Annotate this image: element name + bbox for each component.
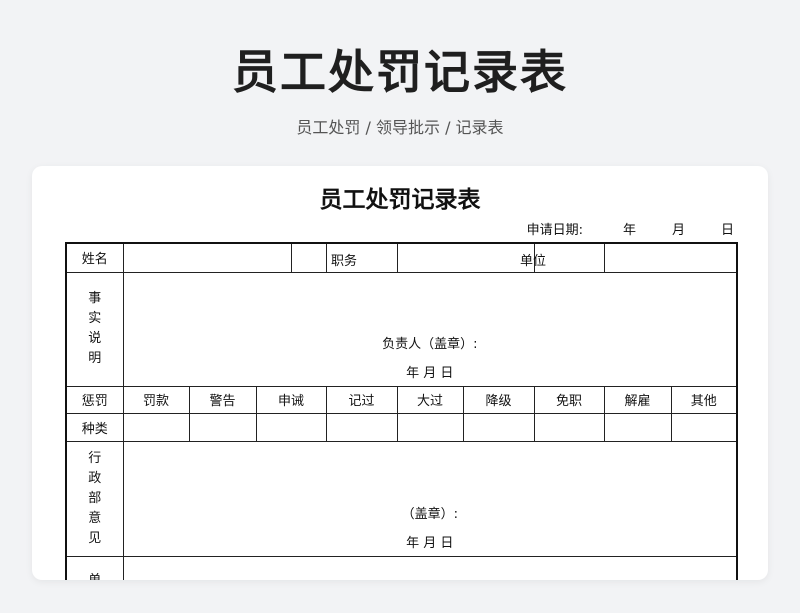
admin-sign-date: 年 月 日 [406,535,454,551]
form-title: 员工处罚记录表 [319,187,481,213]
fact-content[interactable]: 负责人（盖章）: 年 月 日 [122,271,738,387]
admin-opinion-content[interactable]: （盖章）: 年 月 日 [122,440,738,557]
breadcrumb: 员工处罚 / 领导批示 / 记录表 [296,118,504,137]
punish-check-dismissal-from-post[interactable] [533,412,605,442]
punishment-record-table: 姓名 事 实 说 明 负责人（盖章）: 年 月 日 惩罚 罚款 警告 申诫 记过… [65,242,739,580]
position-label: 职务 [330,254,357,269]
punish-type-dismissal-from-post: 免职 [533,385,605,414]
punish-check-reprimand[interactable] [255,412,327,442]
admin-opinion-label: 行 政 部 意 见 [65,440,124,557]
table-row-admin-opinion: 行 政 部 意 见 （盖章）: 年 月 日 [65,440,738,557]
punish-check-demotion[interactable] [462,412,535,442]
unit-field[interactable] [603,242,738,273]
table-row-unit-opinion: 单 [65,555,738,580]
punish-check-major-demerit[interactable] [396,412,464,442]
punish-label-2: 种类 [65,412,124,442]
date-year: 年 [622,223,636,238]
punish-type-major-demerit: 大过 [396,385,464,414]
table-row-punish-types: 惩罚 罚款 警告 申诫 记过 大过 降级 免职 解雇 其他 [65,385,738,414]
date-day: 日 [720,223,734,238]
punish-type-demerit: 记过 [325,385,398,414]
date-month: 月 [671,223,685,238]
unit-opinion-content[interactable] [122,555,738,580]
punish-check-termination[interactable] [603,412,672,442]
table-row-facts: 事 实 说 明 负责人（盖章）: 年 月 日 [65,271,738,387]
fact-label: 事 实 说 明 [65,271,124,387]
unit-opinion-label: 单 [65,555,124,580]
punish-type-other: 其他 [670,385,738,414]
punish-check-demerit[interactable] [325,412,398,442]
table-row-punish-checks: 种类 [65,412,738,442]
responsible-seal: 负责人（盖章）: [382,336,478,352]
punish-type-termination: 解雇 [603,385,672,414]
punish-label-1: 惩罚 [65,385,124,414]
punish-type-fine: 罚款 [122,385,190,414]
date-label: 申请日期: [526,223,583,238]
punish-check-other[interactable] [670,412,738,442]
unit-label: 单位 [519,254,546,269]
punish-type-warning: 警告 [188,385,257,414]
punish-check-fine[interactable] [122,412,190,442]
page-title: 员工处罚记录表 [232,45,568,99]
table-row-basic-info: 姓名 [65,242,738,273]
punish-type-demotion: 降级 [462,385,535,414]
name-label: 姓名 [65,242,124,273]
form-card: 员工处罚记录表 申请日期: 年 月 日 姓名 事 实 说 明 负责人（盖章）: 年 … [32,166,768,580]
application-date-line: 申请日期: 年 月 日 [527,219,734,238]
name-field[interactable] [122,242,292,273]
punish-check-warning[interactable] [188,412,257,442]
punish-type-reprimand: 申诫 [255,385,327,414]
admin-seal: （盖章）: [401,506,458,522]
fact-sign-date: 年 月 日 [406,365,454,381]
